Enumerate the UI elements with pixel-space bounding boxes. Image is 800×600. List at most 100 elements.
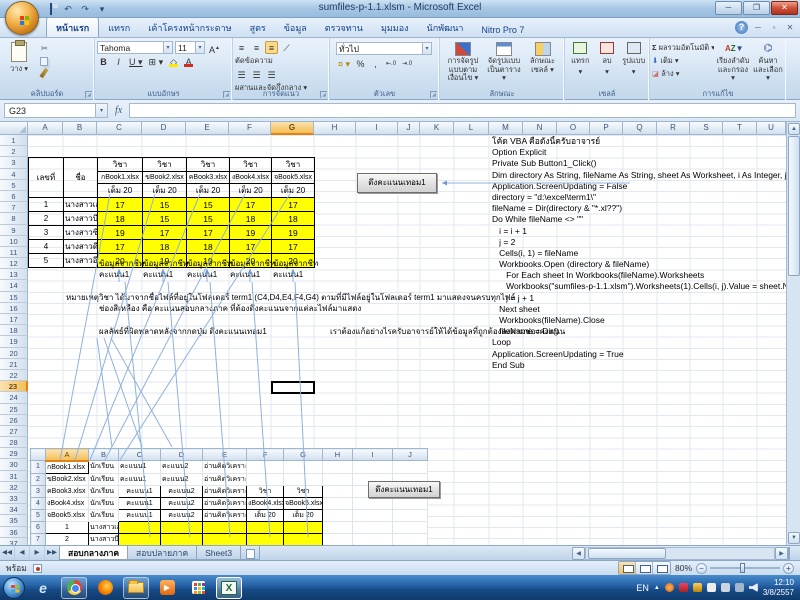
decrease-decimal-icon[interactable]: ⇥.0 xyxy=(400,57,414,70)
student-name-cell[interactable]: นางสาวบี xyxy=(64,212,98,226)
ribbon-tab[interactable]: Nitro Pro 7 xyxy=(472,22,533,37)
row-header[interactable]: 10 xyxy=(0,236,28,247)
conditional-formatting-button[interactable]: การจัดรูปแบบตามเงื่อนไข ▾ xyxy=(442,40,484,88)
no-header-cell[interactable]: เลขที่ xyxy=(29,158,64,198)
clipboard-tray-icon[interactable] xyxy=(721,583,730,592)
comma-style-icon[interactable]: , xyxy=(369,57,382,70)
ribbon-tab[interactable]: ตรวจทาน xyxy=(316,18,372,37)
sheet-tab[interactable]: Sheet3 xyxy=(196,546,241,560)
increase-decimal-icon[interactable]: ⇤.0 xyxy=(384,57,398,70)
ribbon-tab[interactable]: มุมมอง xyxy=(372,18,418,37)
row-header[interactable]: 12 xyxy=(0,258,28,269)
start-button[interactable] xyxy=(3,577,25,599)
row-header[interactable]: 28 xyxy=(0,437,28,448)
subject-header-cell[interactable]: วิชา xyxy=(230,158,272,172)
format-cells-button[interactable]: รูปแบบ▾ xyxy=(620,40,647,88)
row-header[interactable]: 24 xyxy=(0,392,28,403)
vertical-scrollbar[interactable]: ▲ ▼ xyxy=(786,122,800,545)
name-box[interactable] xyxy=(4,103,96,118)
clipboard-dialog-launcher-icon[interactable] xyxy=(85,91,92,98)
row-header[interactable]: 14 xyxy=(0,280,28,291)
align-left-icon[interactable]: ☰ xyxy=(235,68,248,81)
row-header[interactable]: 11 xyxy=(0,247,28,258)
scroll-up-icon[interactable]: ▲ xyxy=(788,123,800,135)
ribbon-close-icon[interactable]: ✕ xyxy=(784,23,796,32)
row-header[interactable]: 5 xyxy=(0,180,28,191)
score-cell[interactable]: 19 xyxy=(230,226,272,240)
full-score-cell[interactable]: เต็ม 20 xyxy=(272,184,315,198)
active-cell-g23[interactable] xyxy=(271,381,315,394)
macro-record-icon[interactable] xyxy=(33,564,42,573)
number-dialog-launcher-icon[interactable] xyxy=(430,91,437,98)
row-header[interactable]: 32 xyxy=(0,482,28,493)
clock[interactable]: 12:10 3/8/2557 xyxy=(763,578,797,598)
student-no-cell[interactable]: 4 xyxy=(29,240,64,254)
row-header[interactable]: 3 xyxy=(0,157,28,168)
row-headers[interactable]: 1234567891011121314151617181920212223242… xyxy=(0,135,28,545)
explorer-icon[interactable] xyxy=(123,577,149,599)
score-cell[interactable]: 19 xyxy=(98,226,143,240)
borders-icon[interactable]: ⊞ ▾ xyxy=(147,55,166,68)
select-all-corner[interactable] xyxy=(0,122,28,135)
next-sheet-icon[interactable]: ▶ xyxy=(30,546,45,560)
action-center-flag-icon[interactable] xyxy=(707,583,716,592)
paste-button[interactable]: วาง ▾ xyxy=(2,40,36,88)
row-header[interactable]: 1 xyxy=(0,135,28,146)
first-sheet-icon[interactable]: ◀◀ xyxy=(0,546,15,560)
row-header[interactable]: 34 xyxy=(0,504,28,515)
ribbon-tab[interactable]: เค้าโครงหน้ากระดาษ xyxy=(139,18,240,37)
align-top-icon[interactable]: ≡ xyxy=(235,41,248,54)
file-name-cell[interactable]: ขBook2.xlsx xyxy=(143,172,187,184)
macro-button-2[interactable]: ดึงคะแนนเทอม1 xyxy=(368,481,440,498)
scroll-right-icon[interactable]: ▶ xyxy=(775,547,788,560)
font-size-select[interactable]: 11▾ xyxy=(175,41,205,54)
student-no-cell[interactable]: 2 xyxy=(29,212,64,226)
zoom-level[interactable]: 80% xyxy=(675,563,692,573)
row-header[interactable]: 31 xyxy=(0,471,28,482)
align-center-icon[interactable]: ☰ xyxy=(250,68,263,81)
language-indicator[interactable]: EN xyxy=(636,583,649,593)
score-cell[interactable]: 15 xyxy=(143,198,187,212)
score-cell[interactable]: 17 xyxy=(98,240,143,254)
app-grid-icon[interactable] xyxy=(185,577,211,599)
score-cell[interactable]: 17 xyxy=(98,198,143,212)
column-headers[interactable]: A B C D E F G H I J K L M N O P Q R S T … xyxy=(0,122,786,135)
score-cell[interactable]: 17 xyxy=(230,198,272,212)
full-score-cell[interactable]: เต็ม 20 xyxy=(230,184,272,198)
student-no-cell[interactable]: 5 xyxy=(29,254,64,268)
row-header[interactable]: 4 xyxy=(0,169,28,180)
ribbon-tab[interactable]: ข้อมูล xyxy=(275,18,316,37)
insert-cells-button[interactable]: แทรก▾ xyxy=(567,40,594,88)
row-header[interactable]: 36 xyxy=(0,527,28,538)
close-button[interactable]: ✕ xyxy=(771,1,798,15)
security-shield-icon[interactable] xyxy=(679,583,688,592)
score-cell[interactable]: 17 xyxy=(272,240,315,254)
score-cell[interactable]: 17 xyxy=(187,226,230,240)
row-header[interactable]: 16 xyxy=(0,303,28,314)
score-cell[interactable]: 17 xyxy=(230,240,272,254)
row-header[interactable]: 8 xyxy=(0,213,28,224)
row-header[interactable]: 6 xyxy=(0,191,28,202)
tray-expand-icon[interactable]: ▲ xyxy=(654,585,660,591)
align-bottom-icon[interactable]: ≡ xyxy=(265,41,278,54)
vertical-scroll-thumb[interactable] xyxy=(788,136,800,276)
macro-button-1[interactable]: ดึงคะแนนเทอม1 xyxy=(357,173,437,193)
scroll-down-icon[interactable]: ▼ xyxy=(788,532,800,544)
score-cell[interactable]: 15 xyxy=(187,212,230,226)
italic-button[interactable]: I xyxy=(112,55,125,68)
orientation-icon[interactable]: ⟋ xyxy=(280,41,293,54)
bold-button[interactable]: B xyxy=(97,55,110,68)
wrap-text-button[interactable]: ตัดข้อความ xyxy=(235,55,327,67)
student-name-cell[interactable]: นางสาวเอ xyxy=(64,198,98,212)
page-layout-view-icon[interactable] xyxy=(636,562,653,574)
delete-cells-button[interactable]: ลบ▾ xyxy=(594,40,621,88)
fill-button[interactable]: ⬇ เติม ▾ xyxy=(652,54,714,67)
ribbon-tab[interactable]: นักพัฒนา xyxy=(418,18,473,37)
excel-taskbar-icon[interactable]: X xyxy=(216,577,242,599)
align-middle-icon[interactable]: ≡ xyxy=(250,41,263,54)
insert-function-icon[interactable]: fx xyxy=(111,105,126,116)
number-format-select[interactable]: ทั่วไป▾ xyxy=(336,42,432,55)
name-header-cell[interactable]: ชื่อ xyxy=(64,158,98,198)
row-header[interactable]: 35 xyxy=(0,515,28,526)
copy-icon[interactable] xyxy=(40,57,48,66)
